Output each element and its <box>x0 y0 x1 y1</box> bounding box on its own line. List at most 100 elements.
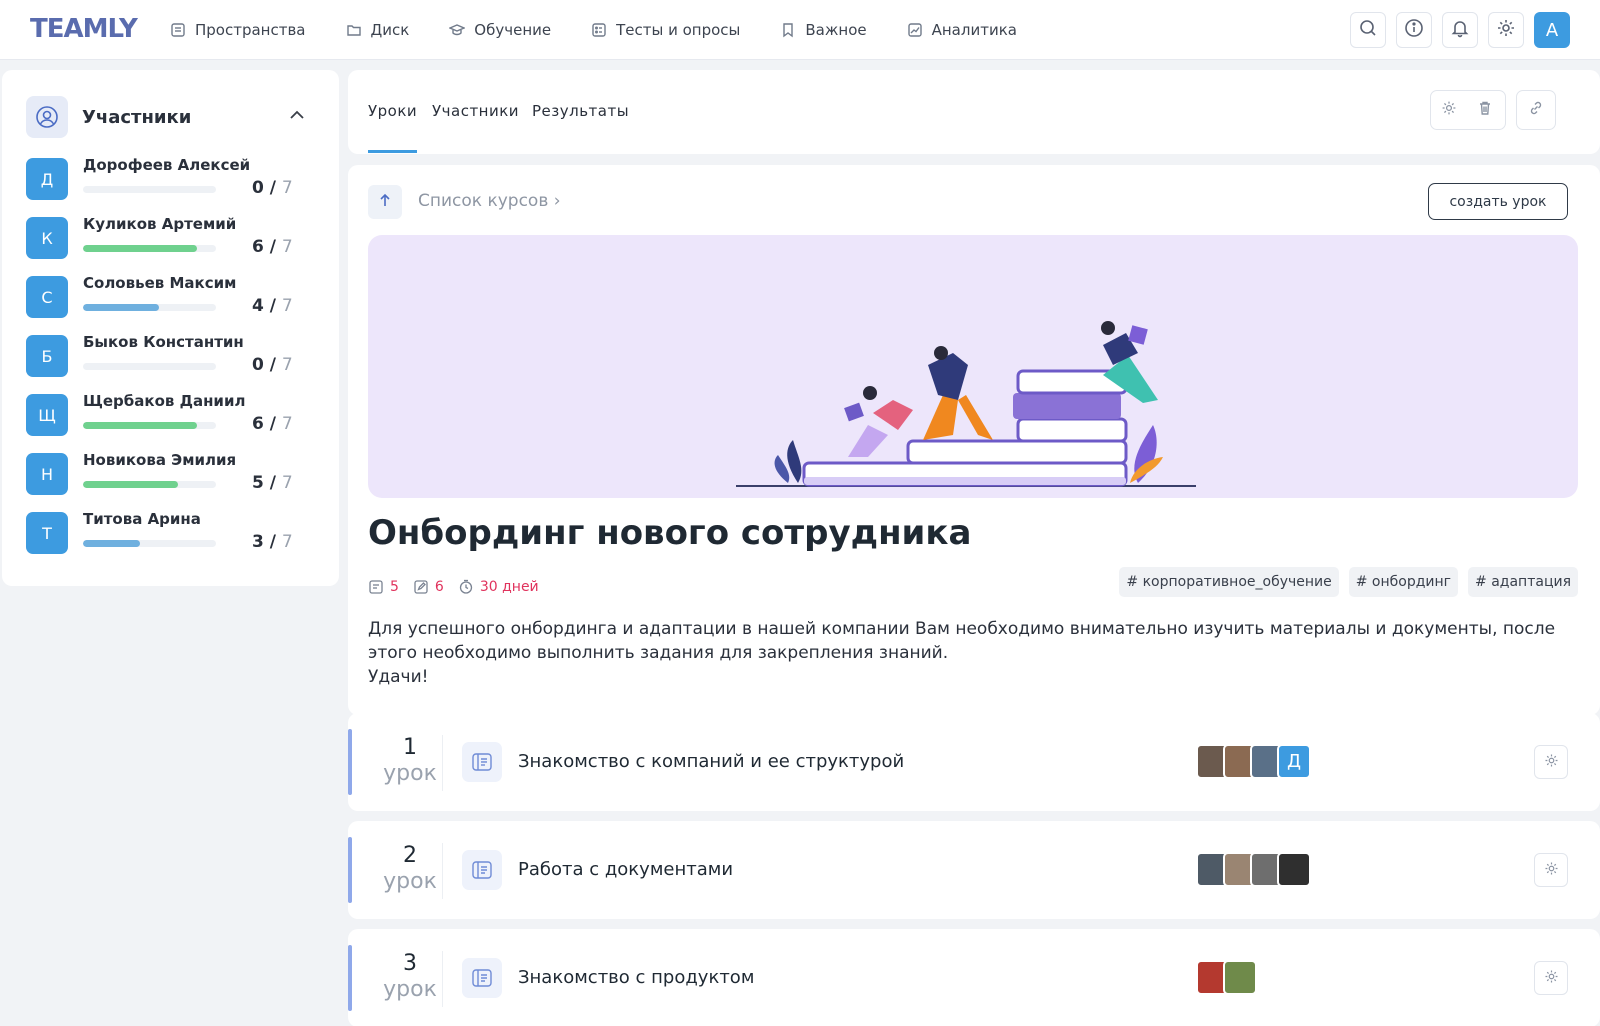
course-stats: 5 6 30 дней <box>368 579 553 595</box>
tag[interactable]: # адаптация <box>1468 567 1578 597</box>
score-total: 7 <box>281 355 293 375</box>
progress-score: 4 / 7 <box>252 296 293 316</box>
search-button[interactable] <box>1350 12 1386 48</box>
score-total: 7 <box>281 414 293 434</box>
nav-label: Диск <box>370 21 410 39</box>
score-done: 5 <box>252 473 264 493</box>
lesson-number: 2 <box>403 843 417 868</box>
tag[interactable]: # корпоративное_обучение <box>1119 567 1339 597</box>
progress-fill <box>83 422 197 429</box>
gear-icon <box>1441 100 1457 120</box>
lesson-accent <box>348 945 352 1011</box>
breadcrumb-courses: Список курсов <box>418 191 549 211</box>
tests-icon <box>591 22 607 38</box>
avatar: Т <box>26 512 68 554</box>
graduation-icon <box>449 22 466 38</box>
participant-row[interactable]: Т Титова Арина 3 / 7 <box>26 510 316 560</box>
spaces-icon <box>170 22 186 38</box>
nav-item-learning[interactable]: Обучение <box>449 21 551 39</box>
bookmark-icon <box>780 22 796 38</box>
user-avatar[interactable]: А <box>1534 12 1570 48</box>
avatar: К <box>26 217 68 259</box>
progress-score: 3 / 7 <box>252 532 293 552</box>
nav-item-disk[interactable]: Диск <box>346 21 410 39</box>
lesson-row[interactable]: 1 урок Знакомство с компаний и ее структ… <box>348 713 1600 811</box>
score-total: 7 <box>281 473 293 493</box>
progress-score: 5 / 7 <box>252 473 293 493</box>
tab-results[interactable]: Результаты <box>532 102 629 120</box>
avatar: Д <box>26 158 68 200</box>
nav-label: Важное <box>805 21 867 39</box>
course-banner-illustration <box>368 235 1578 498</box>
participant-name: Титова Арина <box>83 510 201 528</box>
participant-row[interactable]: С Соловьев Максим 4 / 7 <box>26 274 316 324</box>
info-icon <box>1404 18 1424 42</box>
info-button[interactable] <box>1396 12 1432 48</box>
chevron-up-icon[interactable] <box>288 106 306 128</box>
nav-item-spaces[interactable]: Пространства <box>170 21 306 39</box>
lesson-label: урок <box>383 977 437 1002</box>
nav-label: Аналитика <box>931 21 1017 39</box>
lesson-settings-button[interactable] <box>1534 961 1568 995</box>
avatar[interactable] <box>1223 960 1257 995</box>
progress-fill <box>83 304 159 311</box>
participant-row[interactable]: Д Дорофеев Алексей 0 / 7 <box>26 156 316 206</box>
notifications-button[interactable] <box>1442 12 1478 48</box>
participant-row[interactable]: Щ Щербаков Даниил 6 / 7 <box>26 392 316 442</box>
tab-lessons[interactable]: Уроки <box>368 102 417 120</box>
participant-name: Щербаков Даниил <box>83 392 246 410</box>
create-lesson-button[interactable]: создать урок <box>1428 183 1568 220</box>
top-bar: TEAMLY Пространства Диск Обучение Тесты … <box>0 0 1600 60</box>
participant-row[interactable]: Б Быков Константин 0 / 7 <box>26 333 316 383</box>
divider <box>442 735 443 791</box>
lesson-label: урок <box>383 761 437 786</box>
score-done: 3 <box>252 532 264 552</box>
gear-icon <box>1544 969 1559 988</box>
description-text: Для успешного онбординга и адаптации в н… <box>368 619 1556 663</box>
avatar[interactable]: Д <box>1277 744 1311 779</box>
course-title: Онбординг нового сотрудника <box>368 513 972 553</box>
lesson-row[interactable]: 2 урок Работа с документами <box>348 821 1600 919</box>
course-card: Список курсов › создать урок Онбординг н… <box>348 165 1600 715</box>
participant-name: Новикова Эмилия <box>83 451 237 469</box>
lesson-label: урок <box>383 869 437 894</box>
lesson-doc-icon <box>462 742 502 782</box>
avatar: С <box>26 276 68 318</box>
participant-name: Соловьев Максим <box>83 274 237 292</box>
lesson-row[interactable]: 3 урок Знакомство с продуктом <box>348 929 1600 1026</box>
duration-value: 30 дней <box>479 579 539 595</box>
nav-item-analytics[interactable]: Аналитика <box>907 21 1017 39</box>
nav-item-important[interactable]: Важное <box>780 21 867 39</box>
tag[interactable]: # онбординг <box>1348 567 1459 597</box>
lesson-title: Знакомство с продуктом <box>518 967 755 988</box>
participants-title: Участники <box>82 106 192 128</box>
avatar[interactable] <box>1277 852 1311 887</box>
lesson-settings-button[interactable] <box>1534 853 1568 887</box>
course-settings-button[interactable] <box>1431 91 1467 129</box>
course-actions <box>1430 90 1506 130</box>
participant-row[interactable]: К Куликов Артемий 6 / 7 <box>26 215 316 265</box>
avatar: Н <box>26 453 68 495</box>
score-total: 7 <box>281 178 293 198</box>
course-tags: # корпоративное_обучение # онбординг # а… <box>1109 567 1578 597</box>
back-up-button[interactable] <box>368 185 402 219</box>
progress-bar <box>83 363 216 370</box>
copy-link-button[interactable] <box>1516 90 1556 130</box>
participants-header[interactable]: Участники <box>26 96 306 138</box>
participant-row[interactable]: Н Новикова Эмилия 5 / 7 <box>26 451 316 501</box>
progress-score: 0 / 7 <box>252 178 293 198</box>
progress-fill <box>83 540 140 547</box>
delete-course-button[interactable] <box>1467 91 1503 129</box>
lesson-settings-button[interactable] <box>1534 745 1568 779</box>
nav-item-tests[interactable]: Тесты и опросы <box>591 21 740 39</box>
teamly-logo[interactable]: TEAMLY <box>30 14 138 44</box>
tab-participants[interactable]: Участники <box>432 102 519 120</box>
breadcrumb[interactable]: Список курсов › <box>418 191 561 211</box>
trash-icon <box>1477 100 1493 120</box>
settings-button[interactable] <box>1488 12 1524 48</box>
lesson-participants: Д <box>1196 744 1311 779</box>
lesson-participants <box>1196 852 1311 887</box>
lesson-doc-icon <box>462 958 502 998</box>
score-done: 6 <box>252 237 264 257</box>
main-nav: Пространства Диск Обучение Тесты и опрос… <box>170 0 1057 60</box>
